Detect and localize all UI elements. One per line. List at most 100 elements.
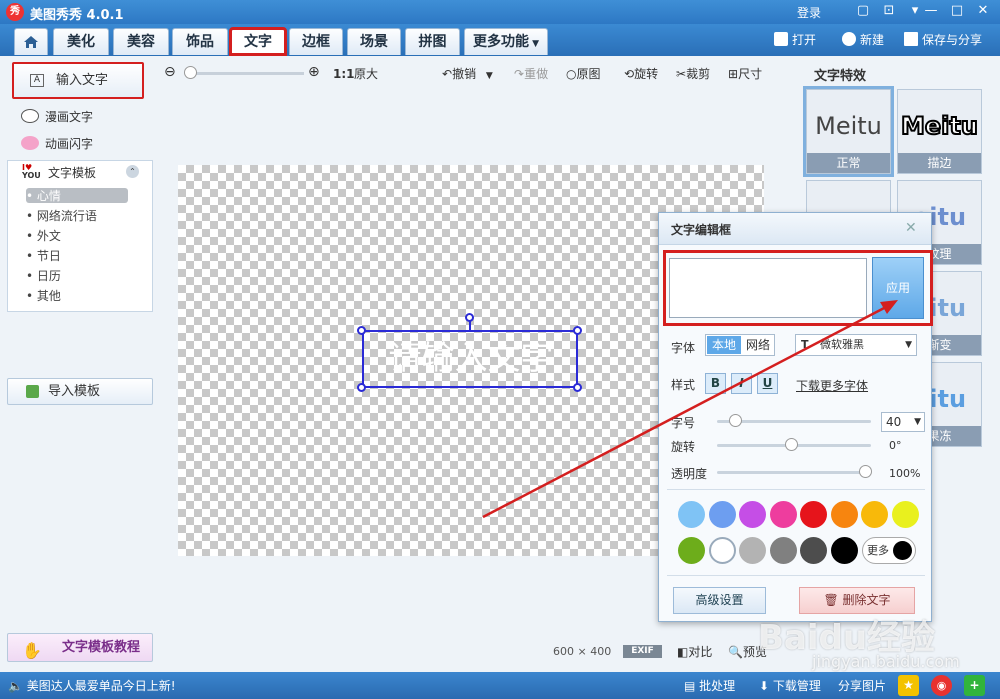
tab-more-features[interactable]: 更多功能 ▼	[464, 28, 548, 55]
tab-scene[interactable]: 场景	[347, 28, 401, 55]
minimize-icon[interactable]: —	[920, 2, 942, 20]
template-tutorial-button[interactable]: ✋ 文字模板教程	[7, 633, 153, 662]
collapse-icon[interactable]: ⌃	[126, 165, 139, 178]
comic-text-link[interactable]: 漫画文字	[21, 108, 93, 126]
zoom-ratio[interactable]: 1:1	[333, 66, 355, 82]
rotate-handle[interactable]	[465, 313, 474, 322]
color-swatch[interactable]	[769, 501, 797, 528]
apply-button[interactable]: 应用	[872, 257, 924, 319]
batch-process-button[interactable]: ▤ 批处理	[684, 677, 735, 694]
main-tab-bar: 美化 美容 饰品 文字 边框 场景 拼图 更多功能 ▼ 打开 新建 保存与分享	[0, 24, 1000, 56]
canvas-text[interactable]: 请输入文字	[366, 336, 576, 380]
home-tab[interactable]	[14, 28, 48, 55]
template-item-holiday[interactable]: • 节日	[26, 248, 61, 264]
weibo-icon[interactable]: ◉	[931, 675, 952, 696]
zoom-in-icon[interactable]: ⊕	[308, 64, 320, 80]
open-button[interactable]: 打开	[774, 31, 816, 49]
tab-beauty[interactable]: 美容	[113, 28, 169, 55]
color-swatch[interactable]	[708, 501, 736, 528]
font-source-local[interactable]: 本地	[707, 336, 741, 354]
share-image-button[interactable]: 分享图片	[838, 677, 886, 694]
size-slider-knob[interactable]	[728, 414, 742, 427]
message-icon[interactable]: ▢	[852, 2, 874, 20]
color-swatch[interactable]	[800, 501, 827, 528]
input-text-button[interactable]: A 输入文字	[12, 62, 144, 99]
template-item-label: 外文	[36, 229, 61, 243]
image-height: 400	[590, 645, 612, 658]
dialog-close-icon[interactable]: ✕	[905, 220, 917, 236]
color-swatch[interactable]	[769, 537, 797, 564]
color-swatch[interactable]	[678, 501, 705, 528]
effect-preview: Meitu	[900, 111, 979, 141]
template-item-calendar[interactable]: • 日历	[26, 268, 61, 284]
original-size-button[interactable]: 原大	[354, 66, 378, 82]
add-icon[interactable]: +	[964, 675, 985, 696]
download-fonts-link[interactable]: 下载更多字体	[796, 377, 868, 394]
more-colors-label: 更多	[867, 544, 889, 557]
new-button[interactable]: 新建	[842, 31, 884, 49]
tab-beautify[interactable]: 美化	[53, 28, 109, 55]
undo-button[interactable]: ↶撤销 ▼	[442, 66, 493, 84]
italic-button[interactable]: I	[731, 373, 752, 394]
zoom-out-icon[interactable]: ⊖	[164, 64, 176, 80]
import-template-button[interactable]: 导入模板	[7, 378, 153, 405]
rotate-slider-knob[interactable]	[785, 438, 798, 451]
tab-accessories[interactable]: 饰品	[172, 28, 228, 55]
redo-button[interactable]: ↷重做	[514, 66, 548, 82]
input-text-label: 输入文字	[56, 73, 109, 88]
advanced-settings-button[interactable]: 高级设置	[673, 587, 766, 614]
tab-collage[interactable]: 拼图	[405, 28, 460, 55]
tab-border[interactable]: 边框	[289, 28, 343, 55]
template-item-internet[interactable]: • 网络流行语	[26, 208, 97, 224]
tab-text[interactable]: 文字	[229, 27, 287, 56]
resize-handle[interactable]	[357, 383, 366, 392]
save-share-button[interactable]: 保存与分享	[904, 31, 982, 49]
maximize-icon[interactable]: □	[946, 2, 968, 20]
chevron-down-icon: ▼	[905, 340, 912, 350]
opacity-slider-knob[interactable]	[859, 465, 872, 478]
resize-handle[interactable]	[573, 383, 582, 392]
download-manager-button[interactable]: ⬇ 下载管理	[759, 677, 821, 694]
effect-normal[interactable]: Meitu 正常	[803, 86, 894, 177]
login-link[interactable]: 登录	[797, 4, 821, 21]
template-item-other[interactable]: • 其他	[26, 288, 61, 304]
color-swatch[interactable]	[739, 501, 766, 528]
exif-badge[interactable]: EXIF	[623, 645, 662, 658]
zoom-slider[interactable]	[186, 72, 304, 75]
watermark-url: jingyan.baidu.com	[812, 652, 960, 671]
animated-text-link[interactable]: 动画闪字	[21, 135, 93, 153]
color-swatch[interactable]	[678, 537, 705, 564]
resize-handle[interactable]	[357, 326, 366, 335]
color-swatch[interactable]	[891, 501, 919, 528]
bold-button[interactable]: B	[705, 373, 726, 394]
trash-icon: 🗑	[823, 593, 839, 607]
close-icon[interactable]: ✕	[972, 2, 994, 20]
template-item-mood[interactable]: • 心情	[26, 188, 61, 204]
underline-button[interactable]: U	[757, 373, 778, 394]
color-swatch[interactable]	[708, 537, 736, 564]
more-colors-button[interactable]: 更多	[862, 537, 916, 564]
original-image-button[interactable]: ○原图	[566, 66, 601, 82]
color-swatch[interactable]	[830, 537, 858, 564]
effect-outline[interactable]: Meitu 描边	[897, 89, 982, 174]
zoom-slider-knob[interactable]	[184, 66, 197, 79]
color-swatch[interactable]	[739, 537, 766, 564]
size-select[interactable]: 40 ▼	[881, 412, 925, 432]
resize-button[interactable]: ⊞尺寸	[728, 66, 762, 82]
star-icon[interactable]: ★	[898, 675, 919, 696]
text-input[interactable]	[669, 258, 867, 318]
color-swatch[interactable]	[861, 501, 888, 528]
font-source-web[interactable]: 网络	[743, 336, 773, 354]
color-swatch[interactable]	[830, 501, 858, 528]
resize-handle[interactable]	[573, 326, 582, 335]
skin-icon[interactable]: ⊡	[878, 2, 900, 20]
rotate-button[interactable]: ⟲旋转	[624, 66, 658, 82]
news-ticker[interactable]: 🔈 美图达人最爱单品今日上新!	[8, 677, 176, 694]
delete-text-label: 删除文字	[842, 593, 891, 607]
opacity-slider[interactable]	[717, 471, 871, 474]
compare-button[interactable]: ◧对比	[677, 643, 712, 660]
color-swatch[interactable]	[800, 537, 827, 564]
font-select[interactable]: T 微软雅黑 ▼	[795, 334, 917, 356]
template-item-foreign[interactable]: • 外文	[26, 228, 61, 244]
crop-button[interactable]: ✂裁剪	[676, 66, 710, 82]
